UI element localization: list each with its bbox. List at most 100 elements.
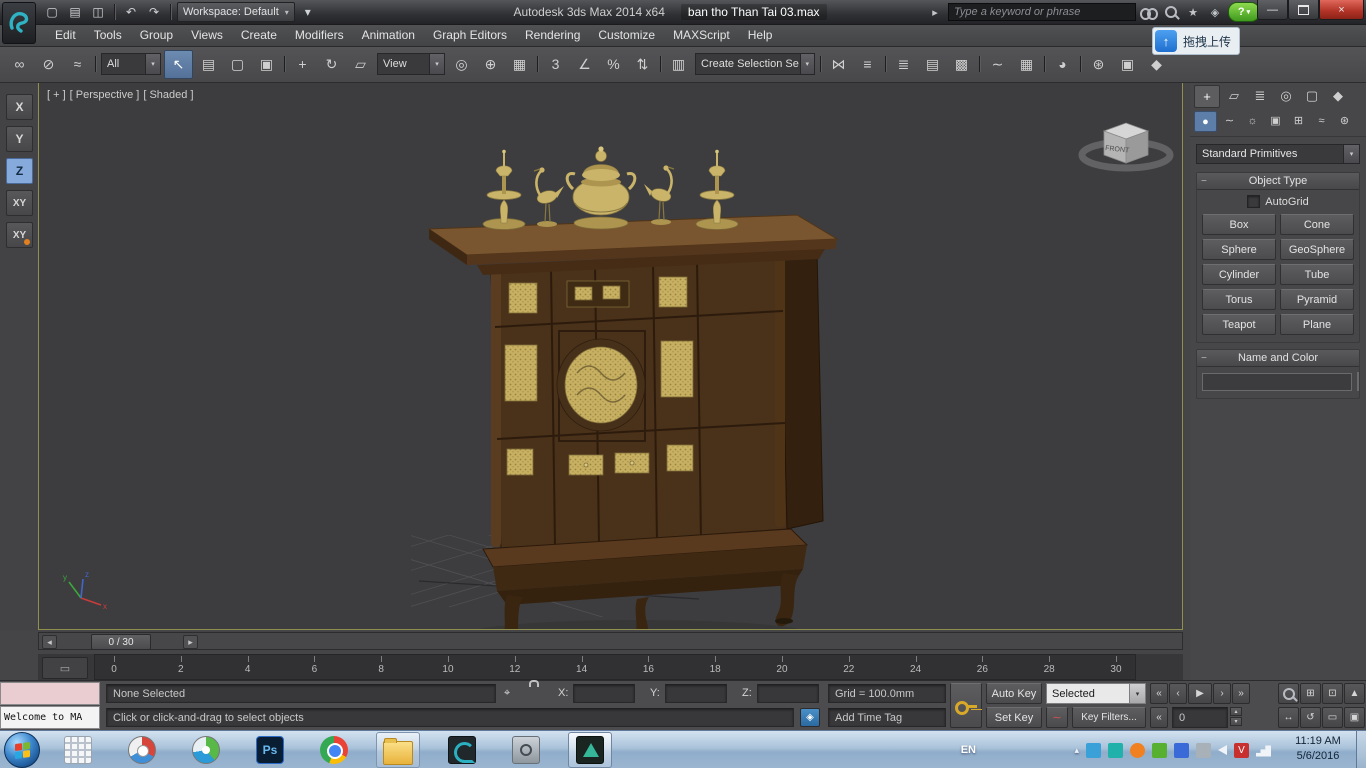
- track-bar[interactable]: ▭ 0 2 4 6 8 10 12 14 16 18 20 22 24 26 2…: [38, 654, 1183, 680]
- help-button[interactable]: ? ▾: [1228, 2, 1260, 22]
- tray-icon-monitor[interactable]: [1086, 743, 1101, 758]
- binoculars-search-icon[interactable]: [1140, 3, 1158, 21]
- tray-icon-security[interactable]: [1152, 743, 1167, 758]
- reference-coordinate-dropdown[interactable]: View ▾: [377, 53, 445, 75]
- viewport-canvas[interactable]: FRONT x y z: [39, 83, 1182, 629]
- viewport-pov-menu[interactable]: [ Perspective ]: [70, 89, 140, 101]
- menu-customize[interactable]: Customize: [589, 24, 664, 46]
- select-and-rotate-button[interactable]: ↻: [318, 51, 345, 78]
- taskbar-icon-3dsmax-active[interactable]: [568, 732, 612, 768]
- show-desktop-button[interactable]: [1356, 731, 1366, 768]
- curve-editor-button[interactable]: ∼: [984, 51, 1011, 78]
- menu-group[interactable]: Group: [131, 24, 182, 46]
- tab-utilities[interactable]: ◆: [1326, 85, 1350, 106]
- play-animation-button[interactable]: ▶: [1188, 683, 1212, 704]
- restrict-z-button[interactable]: Z: [6, 158, 33, 184]
- language-indicator[interactable]: EN: [961, 731, 976, 768]
- save-file-icon[interactable]: ◫: [88, 3, 108, 21]
- time-slider-handle[interactable]: 0 / 30: [91, 634, 151, 650]
- object-name-input[interactable]: [1202, 373, 1352, 391]
- taskbar-icon-browser-ball[interactable]: [120, 732, 164, 768]
- new-key-default-tangent-button[interactable]: ∼: [1046, 707, 1068, 728]
- y-coord-input[interactable]: [665, 684, 727, 703]
- tab-modify[interactable]: ▱: [1222, 85, 1246, 106]
- zoom-all-icon[interactable]: ⊞: [1300, 683, 1321, 704]
- tab-motion[interactable]: ◎: [1274, 85, 1298, 106]
- minimize-button[interactable]: —: [1257, 0, 1288, 20]
- viewport-shading-menu[interactable]: [ Shaded ]: [143, 89, 193, 101]
- go-to-end-button[interactable]: »: [1232, 683, 1250, 704]
- restrict-y-button[interactable]: Y: [6, 126, 33, 152]
- toolbar-options-icon[interactable]: ▾: [298, 3, 318, 21]
- zoom-extents-icon[interactable]: ⊡: [1322, 683, 1343, 704]
- tab-create[interactable]: +: [1194, 85, 1220, 108]
- taskbar-icon-3dsmax-shortcut[interactable]: [440, 732, 484, 768]
- material-editor-button[interactable]: ◕: [1049, 51, 1076, 78]
- taskbar-icon-calculator[interactable]: [56, 732, 100, 768]
- volume-icon[interactable]: [1218, 745, 1227, 755]
- toggle-scene-explorer-button[interactable]: ≣: [890, 51, 917, 78]
- select-and-manipulate-button[interactable]: ⊕: [477, 51, 504, 78]
- tray-icon-cloud[interactable]: [1108, 743, 1123, 758]
- select-and-link-icon[interactable]: ∞: [6, 51, 33, 78]
- autogrid-checkbox[interactable]: [1247, 195, 1260, 208]
- taskbar-icon-explorer[interactable]: [376, 732, 420, 768]
- menu-tools[interactable]: Tools: [85, 24, 131, 46]
- taskbar-icon-photoshop[interactable]: Ps: [248, 732, 292, 768]
- bind-to-space-warp-icon[interactable]: ≈: [64, 51, 91, 78]
- category-geometry[interactable]: ●: [1194, 111, 1217, 132]
- window-crossing-toggle[interactable]: ▣: [253, 51, 280, 78]
- teapot-button[interactable]: Teapot: [1202, 314, 1276, 335]
- go-to-start-button[interactable]: «: [1150, 683, 1168, 704]
- sphere-button[interactable]: Sphere: [1202, 239, 1276, 260]
- application-menu-button[interactable]: [2, 2, 36, 44]
- track-bar-ruler[interactable]: 0 2 4 6 8 10 12 14 16 18 20 22 24 26 28 …: [94, 654, 1136, 680]
- taskbar-clock[interactable]: 11:19 AM 5/6/2016: [1282, 734, 1354, 764]
- favorites-star-icon[interactable]: ★: [1184, 3, 1202, 21]
- primitives-dropdown[interactable]: Standard Primitives ▾: [1196, 144, 1360, 164]
- add-time-tag-button[interactable]: Add Time Tag: [828, 708, 946, 727]
- communication-center-icon[interactable]: ◈: [1206, 3, 1224, 21]
- hidden-icons-chevron[interactable]: ▴: [1074, 745, 1079, 756]
- tray-icon-updater[interactable]: [1174, 743, 1189, 758]
- selection-set-dropdown[interactable]: Selected ▾: [1046, 683, 1146, 704]
- selection-filter-dropdown[interactable]: All ▾: [101, 53, 161, 75]
- tray-icon-antivirus[interactable]: V: [1234, 743, 1249, 758]
- key-filters-button[interactable]: Key Filters...: [1072, 707, 1146, 728]
- set-keys-button[interactable]: [950, 683, 982, 728]
- torus-button[interactable]: Torus: [1202, 289, 1276, 310]
- orbit-icon[interactable]: ↺: [1300, 707, 1321, 728]
- category-systems[interactable]: ⊛: [1334, 111, 1355, 130]
- menu-animation[interactable]: Animation: [353, 24, 424, 46]
- category-shapes[interactable]: ∼: [1219, 111, 1240, 130]
- restrict-xy-plane-button[interactable]: XY: [6, 190, 33, 216]
- viewcube[interactable]: FRONT: [1082, 123, 1170, 168]
- percent-snap-button[interactable]: %: [600, 51, 627, 78]
- tab-display[interactable]: ▢: [1300, 85, 1324, 106]
- current-frame-field[interactable]: 0: [1172, 707, 1228, 728]
- tray-icon-input-method[interactable]: [1130, 743, 1145, 758]
- new-scene-icon[interactable]: ▢: [42, 3, 62, 21]
- start-button[interactable]: [4, 732, 40, 768]
- toggle-layer-explorer-button[interactable]: ▤: [919, 51, 946, 78]
- rectangular-selection-region-button[interactable]: ▢: [224, 51, 251, 78]
- unlink-selection-icon[interactable]: ⊘: [35, 51, 62, 78]
- viewport-general-menu[interactable]: [ + ]: [47, 89, 66, 101]
- menu-modifiers[interactable]: Modifiers: [286, 24, 353, 46]
- zoom-region-icon[interactable]: ▭: [1322, 707, 1343, 728]
- cone-button[interactable]: Cone: [1280, 214, 1354, 235]
- notification-icon[interactable]: ◈: [800, 708, 820, 727]
- zoom-icon[interactable]: [1278, 683, 1299, 704]
- set-key-button[interactable]: Set Key: [986, 707, 1042, 728]
- cylinder-button[interactable]: Cylinder: [1202, 264, 1276, 285]
- schematic-view-button[interactable]: ▦: [1013, 51, 1040, 78]
- plane-button[interactable]: Plane: [1280, 314, 1354, 335]
- open-mini-curve-editor-button[interactable]: ▭: [42, 657, 88, 679]
- time-slider[interactable]: ◂ 0 / 30 ▸: [38, 632, 1183, 650]
- geosphere-button[interactable]: GeoSphere: [1280, 239, 1354, 260]
- upload-overlay[interactable]: ↑ 拖拽上传: [1152, 27, 1240, 55]
- z-coord-input[interactable]: [757, 684, 819, 703]
- tray-icon-usb[interactable]: [1196, 743, 1211, 758]
- edit-named-selection-sets-button[interactable]: ▥: [665, 51, 692, 78]
- menu-views[interactable]: Views: [182, 24, 232, 46]
